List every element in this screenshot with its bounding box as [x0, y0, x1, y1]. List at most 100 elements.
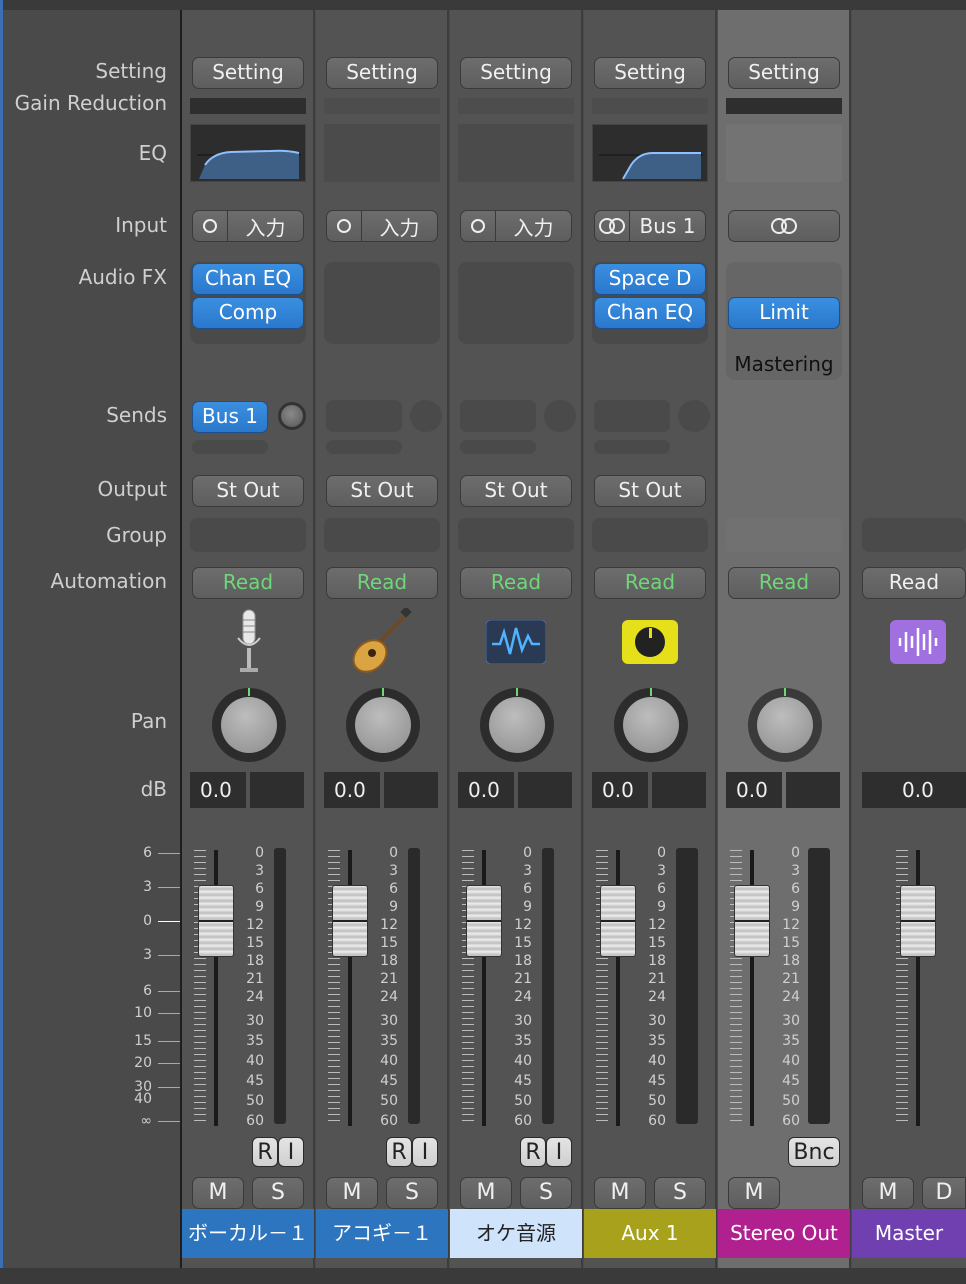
input-monitor-button[interactable]: I — [546, 1137, 572, 1167]
input-monitor-button[interactable]: I — [412, 1137, 438, 1167]
dim-button[interactable]: D — [922, 1177, 966, 1209]
input-monitor-button[interactable]: I — [278, 1137, 304, 1167]
track-name-aux[interactable]: Aux 1 — [584, 1209, 716, 1258]
pan-knob[interactable] — [480, 688, 554, 762]
eq-thumbnail[interactable] — [458, 124, 574, 182]
group-slot[interactable] — [862, 518, 966, 552]
volume-fader[interactable] — [734, 885, 770, 957]
pan-knob[interactable] — [212, 688, 286, 762]
solo-button[interactable]: S — [520, 1177, 572, 1209]
record-enable-button[interactable]: R — [520, 1137, 546, 1167]
automation-button[interactable]: Read — [192, 567, 304, 599]
group-slot[interactable] — [190, 518, 306, 552]
mute-button[interactable]: M — [862, 1177, 914, 1209]
input-format-toggle[interactable] — [327, 211, 362, 241]
output-button[interactable]: St Out — [594, 475, 706, 507]
input-button[interactable]: 入力 — [326, 210, 438, 242]
peak-display[interactable] — [518, 772, 572, 808]
automation-button[interactable]: Read — [326, 567, 438, 599]
volume-fader[interactable] — [198, 885, 234, 957]
track-name-master[interactable]: Master — [852, 1209, 966, 1258]
automation-button[interactable]: Read — [862, 567, 966, 599]
setting-button[interactable]: Setting — [326, 57, 438, 89]
automation-button[interactable]: Read — [460, 567, 572, 599]
mastering-label[interactable]: Mastering — [726, 352, 842, 376]
pan-knob[interactable] — [614, 688, 688, 762]
send-slot-empty[interactable] — [594, 400, 670, 432]
mute-button[interactable]: M — [460, 1177, 512, 1209]
group-slot[interactable] — [726, 518, 842, 552]
fx-slot-space-designer[interactable]: Space D — [594, 263, 706, 295]
volume-db-display[interactable]: 0.0 — [726, 772, 782, 808]
eq-thumbnail[interactable] — [592, 124, 708, 182]
group-slot[interactable] — [324, 518, 440, 552]
send-slot-empty[interactable] — [594, 440, 670, 454]
input-format-toggle[interactable] — [595, 211, 630, 241]
volume-db-display[interactable]: 0.0 — [862, 772, 966, 808]
automation-button[interactable]: Read — [594, 567, 706, 599]
input-button[interactable]: 入力 — [460, 210, 572, 242]
input-format-toggle[interactable] — [193, 211, 228, 241]
volume-fader[interactable] — [900, 885, 936, 957]
solo-button[interactable]: S — [386, 1177, 438, 1209]
fx-slot-chan-eq[interactable]: Chan EQ — [192, 263, 304, 295]
mute-button[interactable]: M — [192, 1177, 244, 1209]
audio-fx-area[interactable] — [324, 262, 440, 344]
send-level-knob[interactable] — [278, 402, 306, 430]
send-level-knob[interactable] — [544, 400, 576, 432]
eq-thumbnail[interactable] — [190, 124, 306, 182]
send-slot-bus[interactable]: Bus 1 — [192, 401, 268, 433]
peak-display[interactable] — [384, 772, 438, 808]
output-button[interactable]: St Out — [460, 475, 572, 507]
track-name-backing-track[interactable]: オケ音源 — [450, 1209, 582, 1258]
volume-db-display[interactable]: 0.0 — [592, 772, 648, 808]
volume-fader[interactable] — [466, 885, 502, 957]
setting-button[interactable]: Setting — [728, 57, 840, 89]
send-slot-empty[interactable] — [192, 440, 268, 454]
input-format-toggle[interactable] — [461, 211, 496, 241]
mute-button[interactable]: M — [594, 1177, 646, 1209]
input-format-button[interactable] — [728, 210, 840, 242]
record-enable-button[interactable]: R — [386, 1137, 412, 1167]
send-slot-empty[interactable] — [460, 440, 536, 454]
send-slot-empty[interactable] — [460, 400, 536, 432]
volume-fader[interactable] — [600, 885, 636, 957]
input-button[interactable]: 入力 — [192, 210, 304, 242]
volume-db-display[interactable]: 0.0 — [458, 772, 514, 808]
input-button[interactable]: Bus 1 — [594, 210, 706, 242]
peak-display[interactable] — [652, 772, 706, 808]
setting-button[interactable]: Setting — [594, 57, 706, 89]
output-button[interactable]: St Out — [192, 475, 304, 507]
setting-button[interactable]: Setting — [192, 57, 304, 89]
group-slot[interactable] — [458, 518, 574, 552]
volume-db-display[interactable]: 0.0 — [324, 772, 380, 808]
pan-knob[interactable] — [748, 688, 822, 762]
record-enable-button[interactable]: R — [252, 1137, 278, 1167]
pan-knob[interactable] — [346, 688, 420, 762]
volume-db-display[interactable]: 0.0 — [190, 772, 246, 808]
mute-button[interactable]: M — [326, 1177, 378, 1209]
fx-slot-comp[interactable]: Comp — [192, 297, 304, 329]
fx-slot-limiter[interactable]: Limit — [728, 297, 840, 329]
group-slot[interactable] — [592, 518, 708, 552]
send-slot-empty[interactable] — [326, 440, 402, 454]
eq-thumbnail[interactable] — [726, 124, 842, 182]
send-level-knob[interactable] — [410, 400, 442, 432]
output-button[interactable]: St Out — [326, 475, 438, 507]
audio-fx-area[interactable] — [458, 262, 574, 344]
setting-button[interactable]: Setting — [460, 57, 572, 89]
send-slot-empty[interactable] — [326, 400, 402, 432]
peak-display[interactable] — [250, 772, 304, 808]
bounce-button[interactable]: Bnc — [788, 1137, 840, 1167]
eq-thumbnail[interactable] — [324, 124, 440, 182]
solo-button[interactable]: S — [252, 1177, 304, 1209]
solo-button[interactable]: S — [654, 1177, 706, 1209]
fx-slot-chan-eq[interactable]: Chan EQ — [594, 297, 706, 329]
send-level-knob[interactable] — [678, 400, 710, 432]
track-name-acoustic-guitar[interactable]: アコギ－１ — [316, 1209, 448, 1258]
peak-display[interactable] — [786, 772, 840, 808]
mute-button[interactable]: M — [728, 1177, 780, 1209]
automation-button[interactable]: Read — [728, 567, 840, 599]
track-name-vocal[interactable]: ボーカル－１ — [182, 1209, 314, 1258]
volume-fader[interactable] — [332, 885, 368, 957]
